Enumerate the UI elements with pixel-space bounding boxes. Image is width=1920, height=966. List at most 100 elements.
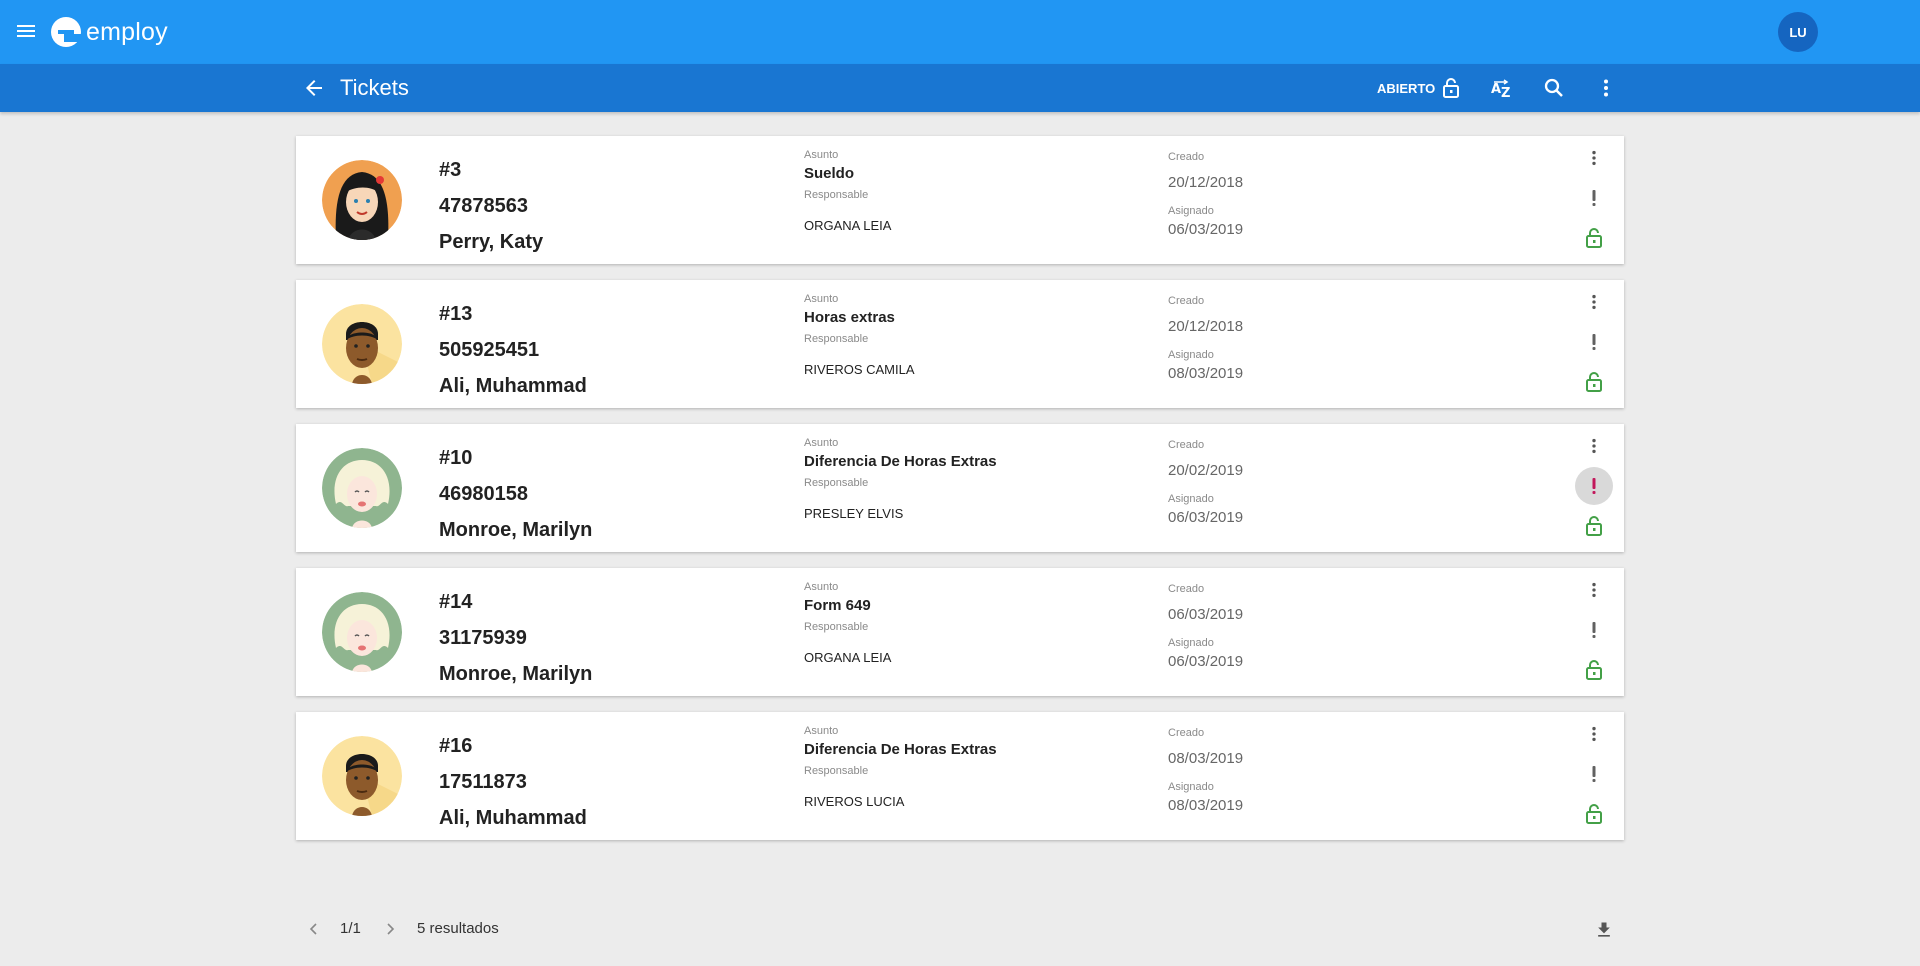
- subject-label: Asunto: [804, 581, 839, 593]
- card-more-vert-icon[interactable]: [1578, 574, 1610, 606]
- svg-text:A: A: [1491, 82, 1501, 97]
- employee-name: Ali, Muhammad: [439, 375, 587, 397]
- priority-icon[interactable]: [1575, 467, 1613, 505]
- logo-mark-icon: [51, 17, 81, 47]
- woman-blonde-avatar: [322, 592, 402, 672]
- ticket-responsible: ORGANA LEIA: [804, 218, 892, 233]
- ticket-responsible: ORGANA LEIA: [804, 650, 892, 665]
- subject-label: Asunto: [804, 725, 839, 737]
- ticket-card[interactable]: #16 17511873 Ali, Muhammad Asunto Difere…: [296, 712, 1624, 840]
- user-avatar[interactable]: LU: [1778, 12, 1818, 52]
- lock-open-icon[interactable]: [1578, 798, 1610, 830]
- page-indicator: 1/1: [340, 920, 361, 937]
- ticket-subject: Horas extras: [804, 309, 895, 326]
- logo-text: employ: [86, 17, 168, 46]
- priority-icon[interactable]: [1578, 758, 1610, 790]
- woman-blonde-avatar: [322, 448, 402, 528]
- search-icon[interactable]: [1542, 76, 1566, 100]
- created-date: 20/12/2018: [1168, 318, 1244, 335]
- ticket-number: #13: [439, 303, 473, 325]
- man-dark-skin-avatar: [322, 736, 402, 816]
- responsible-label: Responsable: [804, 621, 869, 633]
- chevron-right-icon[interactable]: [378, 917, 402, 941]
- ticket-subject: Form 649: [804, 597, 871, 614]
- assigned-label: Asignado: [1168, 493, 1214, 505]
- ticket-number: #3: [439, 159, 462, 181]
- employee-name: Ali, Muhammad: [439, 807, 587, 829]
- ticket-number: #14: [439, 591, 473, 613]
- tickets-toolbar: Tickets ABIERTO AZ: [0, 64, 1920, 112]
- ticket-subject: Sueldo: [804, 165, 855, 182]
- ticket-document: 17511873: [439, 771, 527, 793]
- assigned-label: Asignado: [1168, 781, 1214, 793]
- created-date: 20/02/2019: [1168, 462, 1244, 479]
- hamburger-menu-icon[interactable]: [14, 20, 38, 44]
- created-label: Creado: [1168, 727, 1205, 739]
- download-icon[interactable]: [1592, 918, 1616, 942]
- ticket-number: #10: [439, 447, 473, 469]
- assigned-date: 06/03/2019: [1168, 653, 1244, 670]
- card-more-vert-icon[interactable]: [1578, 718, 1610, 750]
- created-date: 08/03/2019: [1168, 750, 1244, 767]
- sort-az-icon[interactable]: AZ: [1490, 76, 1514, 100]
- ticket-card[interactable]: #3 47878563 Perry, Katy Asunto Sueldo Re…: [296, 136, 1624, 264]
- man-dark-skin-avatar: [322, 304, 402, 384]
- ticket-card[interactable]: #14 31175939 Monroe, Marilyn Asunto Form…: [296, 568, 1624, 696]
- results-count: 5 resultados: [417, 920, 499, 937]
- employee-name: Monroe, Marilyn: [439, 519, 593, 541]
- assigned-date: 08/03/2019: [1168, 797, 1244, 814]
- chevron-left-icon[interactable]: [302, 917, 326, 941]
- employee-name: Monroe, Marilyn: [439, 663, 593, 685]
- ticket-document: 47878563: [439, 195, 528, 217]
- created-date: 06/03/2019: [1168, 606, 1244, 623]
- subject-label: Asunto: [804, 437, 839, 449]
- priority-icon[interactable]: [1578, 326, 1610, 358]
- responsible-label: Responsable: [804, 333, 869, 345]
- woman-dark-hair-avatar: [322, 160, 402, 240]
- ticket-document: 46980158: [439, 483, 528, 505]
- ticket-subject: Diferencia De Horas Extras: [804, 741, 997, 758]
- assigned-date: 06/03/2019: [1168, 221, 1244, 238]
- assigned-label: Asignado: [1168, 637, 1214, 649]
- pagination-footer: 1/1 5 resultados: [296, 914, 1624, 944]
- svg-text:Z: Z: [1501, 86, 1510, 100]
- employee-name: Perry, Katy: [439, 231, 544, 253]
- card-more-vert-icon[interactable]: [1578, 286, 1610, 318]
- ticket-document: 505925451: [439, 339, 540, 361]
- responsible-label: Responsable: [804, 477, 869, 489]
- page-title: Tickets: [340, 75, 409, 100]
- lock-open-icon[interactable]: [1578, 654, 1610, 686]
- subject-label: Asunto: [804, 149, 839, 161]
- ticket-list: #3 47878563 Perry, Katy Asunto Sueldo Re…: [296, 136, 1624, 856]
- assigned-label: Asignado: [1168, 205, 1214, 217]
- more-vert-icon[interactable]: [1594, 76, 1618, 100]
- status-filter-button[interactable]: ABIERTO: [1377, 76, 1461, 100]
- ticket-card[interactable]: #13 505925451 Ali, Muhammad Asunto Horas…: [296, 280, 1624, 408]
- app-bar: employ LU: [0, 0, 1920, 64]
- card-more-vert-icon[interactable]: [1578, 430, 1610, 462]
- assigned-date: 06/03/2019: [1168, 509, 1244, 526]
- lock-open-icon[interactable]: [1578, 222, 1610, 254]
- created-label: Creado: [1168, 151, 1205, 163]
- assigned-label: Asignado: [1168, 349, 1214, 361]
- ticket-responsible: PRESLEY ELVIS: [804, 506, 904, 521]
- ticket-responsible: RIVEROS LUCIA: [804, 794, 905, 809]
- back-arrow-icon[interactable]: [302, 76, 326, 100]
- priority-icon[interactable]: [1578, 182, 1610, 214]
- lock-open-icon[interactable]: [1578, 510, 1610, 542]
- created-date: 20/12/2018: [1168, 174, 1244, 191]
- employ-logo[interactable]: employ: [51, 15, 168, 49]
- ticket-document: 31175939: [439, 627, 527, 649]
- lock-open-icon[interactable]: [1578, 366, 1610, 398]
- created-label: Creado: [1168, 439, 1205, 451]
- subject-label: Asunto: [804, 293, 839, 305]
- priority-icon[interactable]: [1578, 614, 1610, 646]
- created-label: Creado: [1168, 583, 1205, 595]
- responsible-label: Responsable: [804, 765, 869, 777]
- created-label: Creado: [1168, 295, 1205, 307]
- card-more-vert-icon[interactable]: [1578, 142, 1610, 174]
- ticket-card[interactable]: #10 46980158 Monroe, Marilyn Asunto Dife…: [296, 424, 1624, 552]
- responsible-label: Responsable: [804, 189, 869, 201]
- ticket-responsible: RIVEROS CAMILA: [804, 362, 915, 377]
- lock-open-icon: [1443, 78, 1460, 98]
